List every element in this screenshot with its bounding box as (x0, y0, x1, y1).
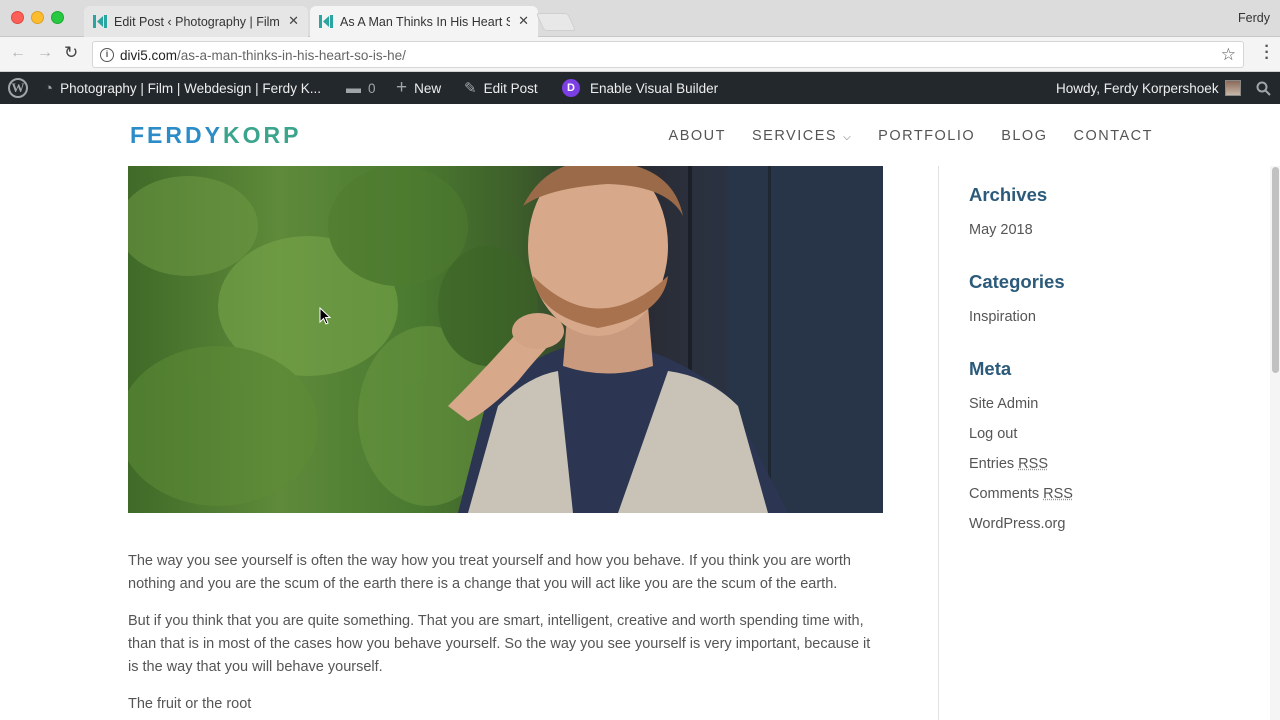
mouse-cursor-icon (319, 307, 331, 325)
archives-title: Archives (969, 184, 1249, 206)
admin-bar-new[interactable]: + New (396, 72, 441, 104)
bookmark-star-icon[interactable]: ☆ (1221, 45, 1236, 65)
new-label: New (414, 81, 441, 96)
site-logo[interactable]: FERDYKORP (130, 122, 301, 149)
nav-services-label: SERVICES (752, 128, 837, 144)
meta-title: Meta (969, 358, 1249, 380)
page-scrollbar-thumb[interactable] (1272, 167, 1279, 373)
reload-icon[interactable]: ↻ (64, 43, 78, 63)
archive-link[interactable]: May 2018 (969, 215, 1249, 245)
admin-bar-search-icon[interactable] (1256, 72, 1271, 104)
admin-bar-visual-builder[interactable]: D Enable Visual Builder (562, 72, 718, 104)
categories-list: Inspiration (969, 302, 1249, 332)
meta-comments-rss-link[interactable]: Comments RSS (969, 479, 1249, 509)
article-paragraph: The way you see yourself is often the wa… (128, 550, 883, 596)
admin-bar-comments[interactable]: ▬ 0 (346, 72, 376, 104)
tab-close-icon[interactable]: ✕ (518, 13, 529, 29)
browser-menu-icon[interactable]: · · · (1264, 44, 1270, 62)
site-name-label: Photography | Film | Webdesign | Ferdy K… (60, 81, 321, 96)
logo-part-ferdy: FERDY (130, 122, 223, 148)
url-host: divi5.com (120, 48, 177, 63)
meta-list: Site Admin Log out Entries RSS Comments … (969, 389, 1249, 539)
search-icon (1256, 81, 1271, 96)
wp-admin-bar: W ◔ Photography | Film | Webdesign | Fer… (0, 72, 1280, 104)
chevron-down-icon: ⌵ (843, 132, 852, 143)
profile-name[interactable]: Ferdy (1238, 11, 1270, 25)
meta-entries-rss-link[interactable]: Entries RSS (969, 449, 1249, 479)
divi-favicon-icon (319, 15, 333, 28)
logo-part-korp: KORP (223, 122, 301, 148)
howdy-label: Howdy, Ferdy Korpershoek (1056, 81, 1219, 96)
browser-tab-strip: Edit Post ‹ Photography | Film ✕ As A Ma… (0, 0, 1280, 37)
forward-arrow-icon[interactable]: → (37, 44, 53, 62)
rss-abbr: RSS (1043, 486, 1073, 502)
visual-builder-label: Enable Visual Builder (590, 81, 718, 96)
tab-close-icon[interactable]: ✕ (288, 13, 299, 29)
comments-label: Comments (969, 486, 1039, 502)
category-link[interactable]: Inspiration (969, 302, 1249, 332)
url-path: /as-a-man-thinks-in-his-heart-so-is-he/ (177, 48, 406, 63)
new-tab-button[interactable] (536, 13, 576, 31)
pencil-icon: ✎ (464, 79, 477, 97)
nav-portfolio[interactable]: PORTFOLIO (878, 128, 975, 144)
admin-bar-site-name[interactable]: ◔ Photography | Film | Webdesign | Ferdy… (44, 72, 321, 104)
categories-title: Categories (969, 271, 1249, 293)
back-arrow-icon[interactable]: ← (10, 44, 26, 62)
tab-title: As A Man Thinks In His Heart S (340, 15, 510, 29)
main-navigation: ABOUT SERVICES ⌵ PORTFOLIO BLOG CONTACT (669, 128, 1153, 144)
site-header: FERDYKORP ABOUT SERVICES ⌵ PORTFOLIO BLOG… (0, 104, 1280, 166)
comment-bubble-icon: ▬ (346, 80, 361, 97)
sidebar-divider (938, 166, 939, 720)
comments-count: 0 (368, 81, 376, 96)
nav-blog[interactable]: BLOG (1001, 128, 1047, 144)
close-window-button[interactable] (11, 11, 24, 24)
divi-favicon-icon (93, 15, 107, 28)
browser-toolbar: ← → ↻ i divi5.com/as-a-man-thinks-in-his… (0, 37, 1280, 72)
article-paragraph: But if you think that you are quite some… (128, 610, 883, 679)
url-text[interactable]: divi5.com/as-a-man-thinks-in-his-heart-s… (120, 48, 406, 63)
wordpress-logo-icon[interactable]: W (8, 78, 28, 98)
nav-services[interactable]: SERVICES ⌵ (752, 128, 852, 144)
rss-abbr: RSS (1018, 456, 1048, 472)
admin-bar-account[interactable]: Howdy, Ferdy Korpershoek (1056, 72, 1241, 104)
meta-wordpress-link[interactable]: WordPress.org (969, 509, 1249, 539)
avatar (1225, 80, 1241, 96)
edit-post-label: Edit Post (484, 81, 538, 96)
archives-list: May 2018 (969, 215, 1249, 245)
plus-icon: + (396, 77, 407, 99)
maximize-window-button[interactable] (51, 11, 64, 24)
meta-site-admin-link[interactable]: Site Admin (969, 389, 1249, 419)
article-paragraph: The fruit or the root (128, 693, 883, 716)
nav-contact[interactable]: CONTACT (1073, 128, 1153, 144)
minimize-window-button[interactable] (31, 11, 44, 24)
address-bar[interactable]: i divi5.com/as-a-man-thinks-in-his-heart… (92, 41, 1244, 68)
featured-image (128, 166, 883, 513)
tab-edit-post[interactable]: Edit Post ‹ Photography | Film ✕ (84, 6, 308, 37)
site-info-icon[interactable]: i (100, 48, 114, 62)
tab-title: Edit Post ‹ Photography | Film (114, 15, 280, 29)
dashboard-gauge-icon: ◔ (44, 80, 53, 97)
nav-about[interactable]: ABOUT (669, 128, 726, 144)
sidebar: Archives May 2018 Categories Inspiration… (969, 184, 1249, 565)
article-content: The way you see yourself is often the wa… (128, 550, 883, 720)
entries-label: Entries (969, 456, 1014, 472)
portrait-photo (128, 166, 883, 513)
tab-article[interactable]: As A Man Thinks In His Heart S ✕ (310, 6, 538, 37)
meta-log-out-link[interactable]: Log out (969, 419, 1249, 449)
admin-bar-edit-post[interactable]: ✎ Edit Post (464, 72, 538, 104)
divi-logo-icon: D (562, 79, 580, 97)
